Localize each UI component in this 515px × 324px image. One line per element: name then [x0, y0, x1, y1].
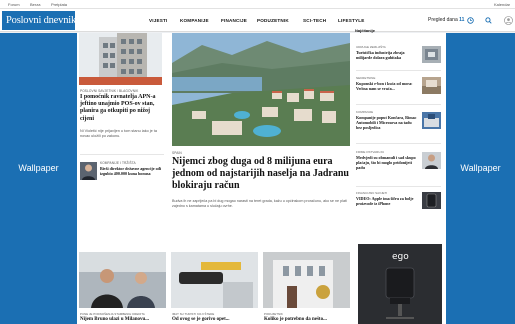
wallpaper-label-left: Wallpaper — [18, 163, 59, 173]
story-headline[interactable]: I pomoćnik ravnatelja APN-a jeftino unaj… — [80, 94, 164, 123]
main-story-category[interactable]: SPAIN — [172, 151, 272, 155]
bottom-story-category[interactable]: PODUZETNIK — [264, 312, 350, 316]
main-story-headline[interactable]: Nijemci zbog duga od 8 milijuna eura jed… — [172, 156, 352, 192]
most-read-category[interactable]: FINANCIJSKI SAVJETI — [356, 191, 387, 195]
divider — [80, 154, 164, 155]
divider — [356, 143, 441, 144]
story-category[interactable]: POSLOVNI SAVJETNIK / BLAGOVNIK — [80, 89, 162, 93]
most-read-header: Najčitanije — [355, 28, 376, 33]
most-read-headline[interactable]: Medvjedi su obmanuli i sad skupo plaćaju… — [356, 155, 417, 170]
nav-item-kompanije[interactable]: KOMPANIJE — [180, 9, 209, 32]
most-read-thumbnail[interactable] — [422, 77, 441, 94]
main-story-photo[interactable] — [172, 33, 350, 146]
bottom-story-photo[interactable] — [263, 252, 350, 308]
topbar-link-kalendar[interactable]: Kalendar — [494, 2, 510, 7]
bottom-story-category[interactable]: IMAT SU TURISTI KOJI ŠTEDE — [172, 312, 258, 316]
most-read-headline[interactable]: Kuponski e-bon i kuća od mora: Većina na… — [356, 81, 417, 91]
divider — [356, 104, 441, 105]
topbar-link-forum[interactable]: Forum — [8, 2, 20, 7]
topbar-link-berza[interactable]: Berza — [30, 2, 40, 7]
topbar-link-pretplata[interactable]: Pretplata — [51, 2, 67, 7]
search-icon[interactable] — [485, 17, 492, 24]
day-overview-label[interactable]: Pregled dana 11 — [428, 9, 464, 32]
most-read-thumbnail[interactable] — [422, 152, 441, 169]
ad-brand-label: ego — [392, 252, 409, 262]
content-area: POSLOVNI SAVJETNIK / BLAGOVNIK I pomoćni… — [77, 28, 446, 324]
story-headline[interactable]: Bivši direktor državne agencije ođi izgu… — [100, 166, 164, 176]
user-icon[interactable] — [504, 16, 513, 25]
story-summary: Ni Violetić nije prijavljen u tom stanu … — [80, 129, 157, 138]
most-read-category[interactable]: FIRME OSTVARUJU — [356, 150, 384, 154]
building-photo[interactable] — [79, 33, 162, 85]
wallpaper-label-right: Wallpaper — [460, 163, 501, 173]
wallpaper-ad-left[interactable]: Wallpaper — [0, 33, 77, 324]
day-overview-count: 11 — [459, 17, 465, 23]
ego-chair-ad[interactable]: ego — [358, 244, 442, 324]
most-read-headline[interactable]: Turistička industrija zbraja milijarde d… — [356, 50, 417, 60]
bottom-story-headline[interactable]: Od ovog se je gorivo opet... — [172, 317, 258, 323]
main-story-summary: Budva ih ne zapriječa pa bi dug mogao na… — [172, 199, 347, 208]
most-read-category[interactable]: KOMPANIJE — [356, 110, 373, 114]
bottom-story-photo[interactable] — [79, 252, 166, 308]
divider — [356, 186, 441, 187]
most-read-headline[interactable]: Kompanije poput Končara, Rimac Automobil… — [356, 115, 417, 130]
most-read-category[interactable]: UDRUGE ZEMLJIŠTA — [356, 45, 386, 49]
most-read-headline[interactable]: VIDEO: Apple ima šifru za bolje proizvod… — [356, 196, 417, 206]
divider — [356, 70, 441, 71]
main-navigation: Poslovni dnevnik VIJESTI KOMPANIJE FINAN… — [0, 9, 515, 32]
site-logo[interactable]: Poslovni dnevnik — [2, 11, 76, 30]
bottom-story-headline[interactable]: Koliko je potrebno da nešto... — [264, 317, 350, 323]
nav-item-financije[interactable]: FINANCIJE — [221, 9, 247, 32]
person-thumbnail[interactable] — [80, 162, 97, 180]
most-read-thumbnail[interactable] — [422, 112, 441, 129]
bottom-story-photo[interactable] — [171, 252, 258, 308]
top-utility-bar: Forum Berza Pretplata Kalendar — [0, 0, 515, 9]
most-read-thumbnail[interactable] — [422, 46, 441, 63]
nav-item-poduzetnik[interactable]: PODUZETNIK — [257, 9, 289, 32]
bottom-story-headline[interactable]: Nijem Bruno ulazi u Milanovu... — [80, 317, 166, 323]
most-read-category[interactable]: NEKRETNINE — [356, 76, 375, 80]
clock-icon[interactable] — [467, 17, 474, 24]
nav-item-vijesti[interactable]: VIJESTI — [149, 9, 168, 32]
most-read-thumbnail[interactable] — [422, 192, 441, 209]
story-category[interactable]: KOMPANIJE I TRŽIŠTA — [100, 161, 162, 165]
wallpaper-ad-right[interactable]: Wallpaper — [446, 33, 515, 324]
nav-item-sci-tech[interactable]: SCI-TECH — [303, 9, 326, 32]
bottom-story-category[interactable]: PUNE JE PODNOŠENJA STAMBENIH KREDITA — [80, 312, 166, 316]
